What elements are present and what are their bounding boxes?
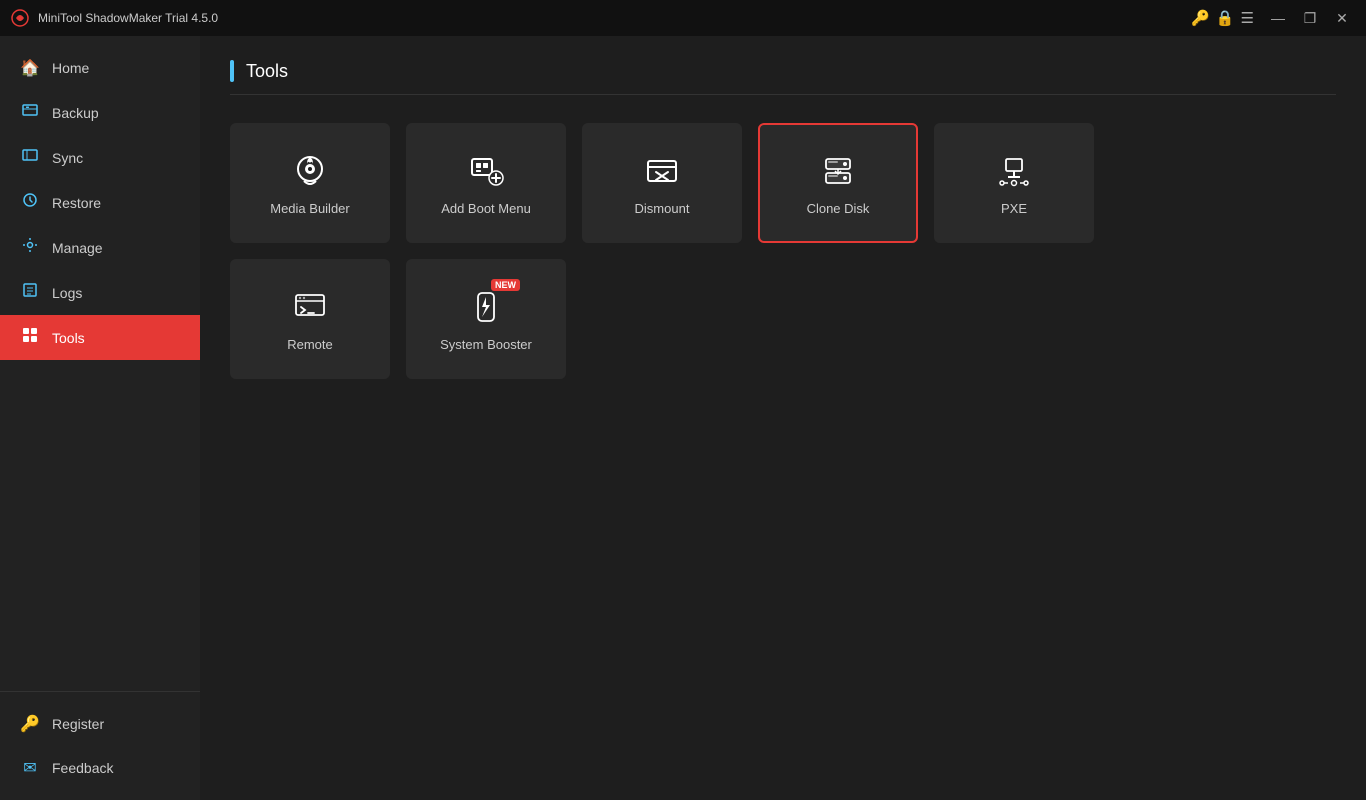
sidebar-item-sync[interactable]: Sync bbox=[0, 135, 200, 180]
sidebar-item-logs[interactable]: Logs bbox=[0, 270, 200, 315]
sidebar-label-sync: Sync bbox=[52, 150, 83, 166]
dismount-label: Dismount bbox=[635, 201, 690, 216]
remote-label: Remote bbox=[287, 337, 333, 352]
app-title: MiniTool ShadowMaker Trial 4.5.0 bbox=[38, 11, 1191, 25]
tool-card-pxe[interactable]: PXE bbox=[934, 123, 1094, 243]
restore-icon bbox=[20, 192, 40, 213]
page-title: Tools bbox=[246, 61, 288, 82]
media-builder-icon bbox=[290, 151, 330, 191]
pxe-icon bbox=[994, 151, 1034, 191]
sidebar-label-tools: Tools bbox=[52, 330, 85, 346]
titlebar: MiniTool ShadowMaker Trial 4.5.0 🔑 🔒 ☰ —… bbox=[0, 0, 1366, 36]
sidebar-item-feedback[interactable]: ✉ Feedback bbox=[0, 746, 200, 790]
dismount-icon bbox=[642, 151, 682, 191]
sidebar-bottom: 🔑 Register ✉ Feedback bbox=[0, 691, 200, 790]
pxe-label: PXE bbox=[1001, 201, 1027, 216]
feedback-icon: ✉ bbox=[20, 758, 40, 778]
sidebar-label-logs: Logs bbox=[52, 285, 82, 301]
add-boot-menu-icon bbox=[466, 151, 506, 191]
sidebar-item-restore[interactable]: Restore bbox=[0, 180, 200, 225]
window-controls: — ❐ ✕ bbox=[1264, 4, 1356, 32]
menu-icon[interactable]: ☰ bbox=[1241, 9, 1254, 27]
sidebar-label-manage: Manage bbox=[52, 240, 103, 256]
sidebar-label-register: Register bbox=[52, 716, 104, 732]
add-boot-menu-label: Add Boot Menu bbox=[441, 201, 531, 216]
tool-card-clone-disk[interactable]: Clone Disk bbox=[758, 123, 918, 243]
tool-card-dismount[interactable]: Dismount bbox=[582, 123, 742, 243]
content-area: Tools Media Builder bbox=[200, 36, 1366, 800]
manage-icon bbox=[20, 237, 40, 258]
sidebar-label-home: Home bbox=[52, 60, 89, 76]
minimize-button[interactable]: — bbox=[1264, 4, 1292, 32]
system-booster-icon: NEW bbox=[466, 287, 506, 327]
backup-icon bbox=[20, 102, 40, 123]
tools-grid: Media Builder Add Boot Men bbox=[230, 123, 1336, 379]
media-builder-label: Media Builder bbox=[270, 201, 350, 216]
logs-icon bbox=[20, 282, 40, 303]
tool-card-remote[interactable]: Remote bbox=[230, 259, 390, 379]
home-icon: 🏠 bbox=[20, 58, 40, 78]
titlebar-icon-group: 🔑 🔒 ☰ bbox=[1191, 9, 1254, 27]
sync-icon bbox=[20, 147, 40, 168]
sidebar-item-backup[interactable]: Backup bbox=[0, 90, 200, 135]
clone-disk-icon bbox=[818, 151, 858, 191]
app-icon bbox=[10, 8, 30, 28]
lock-icon[interactable]: 🔒 bbox=[1216, 9, 1235, 27]
new-badge: NEW bbox=[491, 279, 520, 291]
sidebar-item-tools[interactable]: Tools bbox=[0, 315, 200, 360]
sidebar-item-manage[interactable]: Manage bbox=[0, 225, 200, 270]
sidebar-label-backup: Backup bbox=[52, 105, 99, 121]
sidebar-item-home[interactable]: 🏠 Home bbox=[0, 46, 200, 90]
system-booster-label: System Booster bbox=[440, 337, 532, 352]
title-accent bbox=[230, 60, 234, 82]
tool-card-system-booster[interactable]: NEW System Booster bbox=[406, 259, 566, 379]
register-icon: 🔑 bbox=[20, 714, 40, 734]
sidebar: 🏠 Home Backup Sync bbox=[0, 36, 200, 800]
close-button[interactable]: ✕ bbox=[1328, 4, 1356, 32]
tools-icon bbox=[20, 327, 40, 348]
main-layout: 🏠 Home Backup Sync bbox=[0, 36, 1366, 800]
page-title-bar: Tools bbox=[230, 60, 1336, 95]
sidebar-item-register[interactable]: 🔑 Register bbox=[0, 702, 200, 746]
tool-card-media-builder[interactable]: Media Builder bbox=[230, 123, 390, 243]
sidebar-label-feedback: Feedback bbox=[52, 760, 113, 776]
tool-card-add-boot-menu[interactable]: Add Boot Menu bbox=[406, 123, 566, 243]
restore-button[interactable]: ❐ bbox=[1296, 4, 1324, 32]
clone-disk-label: Clone Disk bbox=[807, 201, 870, 216]
sidebar-label-restore: Restore bbox=[52, 195, 101, 211]
key-icon[interactable]: 🔑 bbox=[1191, 9, 1210, 27]
remote-icon bbox=[290, 287, 330, 327]
